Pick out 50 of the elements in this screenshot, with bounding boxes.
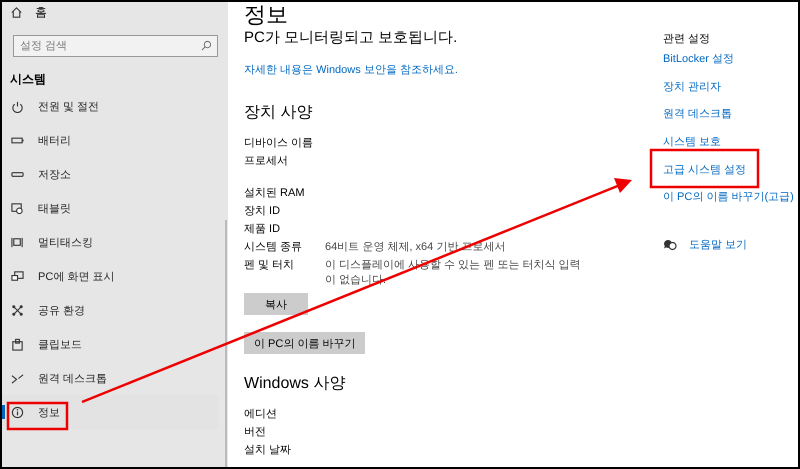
related-link[interactable]: 원격 데스크톱 bbox=[663, 100, 798, 128]
spec-label: 에디션 bbox=[244, 407, 278, 422]
home-link[interactable]: 홈 bbox=[35, 4, 47, 20]
power-icon bbox=[11, 100, 24, 112]
spec-label: 디바이스 이름 bbox=[244, 136, 314, 151]
related-link[interactable]: BitLocker 설정 bbox=[663, 45, 798, 73]
help-chat-icon bbox=[663, 238, 677, 251]
section-heading: 장치 사양 bbox=[244, 103, 314, 123]
spec-label: 시스템 종류 bbox=[244, 240, 304, 255]
sidebar-item[interactable]: 전원 및 절전 bbox=[2, 89, 218, 123]
spec-label: 버전 bbox=[244, 425, 267, 440]
tablet-icon bbox=[11, 202, 24, 214]
clipboard-icon bbox=[11, 338, 24, 350]
search-field[interactable]: 설정 검색 bbox=[13, 35, 218, 57]
share-icon bbox=[11, 304, 24, 316]
sidebar-item[interactable]: 원격 데스크톱 bbox=[2, 361, 218, 395]
help-link[interactable]: 도움말 보기 bbox=[689, 230, 748, 258]
sidebar-item[interactable]: 멀티태스킹 bbox=[2, 225, 218, 259]
related-heading: 관련 설정 bbox=[663, 32, 712, 46]
page-title: 정보 bbox=[244, 2, 289, 28]
related-link[interactable]: 장치 관리자 bbox=[663, 72, 798, 100]
home-icon bbox=[10, 6, 23, 18]
related-link[interactable]: 고급 시스템 설정 bbox=[663, 155, 798, 183]
sidebar-item[interactable]: 클립보드 bbox=[2, 327, 218, 361]
search-icon bbox=[201, 40, 212, 51]
spec-label: 장치 ID bbox=[244, 204, 282, 219]
spec-label: 펜 및 터치 bbox=[244, 258, 296, 273]
rename-button[interactable]: 이 PC의 이름 바꾸기 bbox=[244, 332, 366, 354]
sidebar-item[interactable]: 저장소 bbox=[2, 157, 218, 191]
sidebar-item[interactable]: 태블릿 bbox=[2, 191, 218, 225]
spec-label: 프로세서 bbox=[244, 154, 289, 169]
sidebar-item[interactable]: 공유 환경 bbox=[2, 293, 218, 327]
related-link[interactable]: 시스템 보호 bbox=[663, 128, 798, 156]
scrollbar-thumb[interactable] bbox=[225, 220, 227, 467]
sidebar-item[interactable]: PC에 화면 표시 bbox=[2, 259, 218, 293]
copy-button[interactable]: 복사 bbox=[244, 293, 308, 315]
multitasking-icon bbox=[11, 236, 24, 248]
highlight-box bbox=[6, 402, 68, 430]
spec-label: 설치 날짜 bbox=[244, 443, 292, 458]
sidebar-item[interactable]: 배터리 bbox=[2, 123, 218, 157]
spec-label: 설치된 RAM bbox=[244, 186, 306, 201]
remote-desktop-icon bbox=[11, 372, 24, 384]
security-link[interactable]: 자세한 내용은 Windows 보안을 참조하세요. bbox=[244, 64, 458, 76]
section-heading: Windows 사양 bbox=[244, 374, 346, 394]
related-link[interactable]: 이 PC의 이름 바꾸기(고급) bbox=[663, 182, 798, 211]
spec-label: 제품 ID bbox=[244, 222, 282, 237]
info-icon bbox=[11, 406, 24, 418]
status-text: PC가 모니터링되고 보호됩니다. bbox=[244, 28, 458, 48]
section-heading: 시스템 bbox=[10, 70, 46, 88]
display-icon bbox=[11, 270, 24, 282]
